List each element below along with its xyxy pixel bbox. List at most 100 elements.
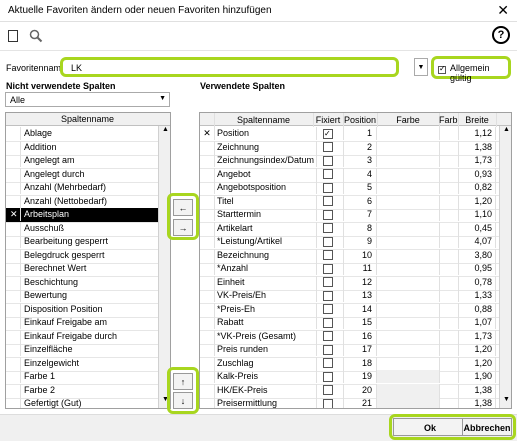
move-up-button[interactable]: ↑	[173, 373, 193, 390]
move-down-button[interactable]: ↓	[173, 392, 193, 409]
farbe-cell[interactable]	[377, 275, 440, 289]
farb-cell[interactable]	[439, 370, 459, 383]
breite-cell[interactable]: 0,95	[458, 262, 496, 275]
scroll-up-icon[interactable]: ▲	[503, 126, 510, 133]
fixiert-checkbox[interactable]	[323, 358, 333, 369]
farb-cell[interactable]	[439, 127, 459, 140]
farbe-cell[interactable]	[377, 383, 440, 397]
fixiert-checkbox[interactable]	[323, 127, 333, 140]
fixiert-checkbox[interactable]	[323, 263, 333, 274]
farb-cell[interactable]	[439, 356, 459, 370]
farb-cell[interactable]	[439, 262, 459, 275]
fixiert-checkbox[interactable]	[323, 182, 333, 193]
fixiert-cell[interactable]	[313, 208, 344, 221]
fixiert-cell[interactable]	[313, 397, 344, 408]
row-select-cell[interactable]	[200, 221, 215, 235]
fixiert-cell[interactable]	[313, 181, 344, 194]
farb-cell[interactable]	[439, 275, 459, 289]
breite-cell[interactable]: 1,73	[458, 154, 496, 167]
fixiert-cell[interactable]	[313, 262, 344, 275]
unused-scrollbar[interactable]: ▲ ▼	[158, 126, 170, 408]
row-select-cell[interactable]	[200, 181, 215, 194]
fixiert-cell[interactable]	[313, 221, 344, 235]
fixiert-cell[interactable]	[313, 302, 344, 316]
breite-cell[interactable]: 1,38	[458, 397, 496, 408]
favoritenname-input[interactable]: LK	[71, 63, 82, 73]
fixiert-checkbox[interactable]	[323, 385, 333, 396]
position-cell[interactable]: 5	[343, 181, 377, 194]
search-icon[interactable]	[29, 29, 43, 43]
position-cell[interactable]: 3	[343, 154, 377, 167]
farbe-cell[interactable]	[377, 248, 440, 262]
breite-cell[interactable]: 4,07	[458, 235, 496, 248]
farb-cell[interactable]	[439, 181, 459, 194]
fixiert-cell[interactable]	[313, 235, 344, 248]
farbe-cell[interactable]	[377, 167, 440, 181]
fixiert-checkbox[interactable]	[323, 169, 333, 180]
position-cell[interactable]: 10	[343, 248, 377, 262]
fixiert-cell[interactable]	[313, 127, 344, 140]
breite-cell[interactable]: 0,78	[458, 275, 496, 289]
row-select-cell[interactable]	[200, 383, 215, 397]
breite-cell[interactable]: 0,88	[458, 302, 496, 316]
fixiert-checkbox[interactable]	[323, 371, 333, 382]
fixiert-cell[interactable]	[313, 356, 344, 370]
farbe-cell[interactable]	[377, 343, 440, 356]
help-button[interactable]: ?	[492, 26, 510, 44]
position-cell[interactable]: 19	[343, 370, 377, 383]
row-select-cell[interactable]	[200, 302, 215, 316]
farb-cell[interactable]	[439, 343, 459, 356]
row-select-cell[interactable]	[200, 194, 215, 208]
fixiert-cell[interactable]	[313, 370, 344, 383]
fixiert-cell[interactable]	[313, 275, 344, 289]
position-cell[interactable]: 12	[343, 275, 377, 289]
row-select-cell[interactable]	[200, 316, 215, 329]
farbe-cell[interactable]	[377, 289, 440, 302]
position-cell[interactable]: 21	[343, 397, 377, 408]
fixiert-cell[interactable]	[313, 154, 344, 167]
fixiert-cell[interactable]	[313, 383, 344, 397]
row-select-cell[interactable]	[200, 167, 215, 181]
position-cell[interactable]: 9	[343, 235, 377, 248]
row-select-cell[interactable]	[200, 154, 215, 167]
row-select-cell[interactable]	[200, 208, 215, 221]
position-cell[interactable]: 1	[343, 127, 377, 140]
position-cell[interactable]: 18	[343, 356, 377, 370]
row-select-cell[interactable]	[200, 248, 215, 262]
fixiert-checkbox[interactable]	[323, 344, 333, 355]
fixiert-checkbox[interactable]	[323, 317, 333, 328]
farbe-cell[interactable]	[377, 262, 440, 275]
breite-cell[interactable]: 1,90	[458, 370, 496, 383]
farbe-cell[interactable]	[377, 235, 440, 248]
breite-cell[interactable]: 1,73	[458, 329, 496, 343]
farbe-cell[interactable]	[377, 140, 440, 154]
position-cell[interactable]: 4	[343, 167, 377, 181]
fixiert-cell[interactable]	[313, 140, 344, 154]
filter-select[interactable]: Alle ▼	[5, 92, 170, 107]
fixiert-checkbox[interactable]	[323, 209, 333, 220]
farb-cell[interactable]	[439, 235, 459, 248]
fixiert-checkbox[interactable]	[323, 236, 333, 247]
used-scrollbar[interactable]: ▲ ▼	[499, 126, 511, 408]
fixiert-checkbox[interactable]	[323, 277, 333, 288]
row-select-cell[interactable]	[200, 289, 215, 302]
farb-cell[interactable]	[439, 302, 459, 316]
fixiert-checkbox[interactable]	[323, 331, 333, 342]
farbe-cell[interactable]	[377, 329, 440, 343]
farb-cell[interactable]	[439, 248, 459, 262]
farb-cell[interactable]	[439, 154, 459, 167]
move-left-button[interactable]: ←	[173, 199, 193, 216]
farb-cell[interactable]	[439, 140, 459, 154]
farb-cell[interactable]	[439, 383, 459, 397]
farbe-cell[interactable]	[377, 208, 440, 221]
position-cell[interactable]: 11	[343, 262, 377, 275]
breite-cell[interactable]: 1,10	[458, 208, 496, 221]
breite-cell[interactable]: 1,20	[458, 356, 496, 370]
breite-cell[interactable]: 1,38	[458, 383, 496, 397]
farbe-cell[interactable]	[377, 194, 440, 208]
close-icon[interactable]: ✕	[497, 2, 509, 19]
farbe-cell[interactable]	[377, 370, 440, 383]
fixiert-checkbox[interactable]	[323, 223, 333, 234]
position-cell[interactable]: 13	[343, 289, 377, 302]
breite-cell[interactable]: 0,93	[458, 167, 496, 181]
